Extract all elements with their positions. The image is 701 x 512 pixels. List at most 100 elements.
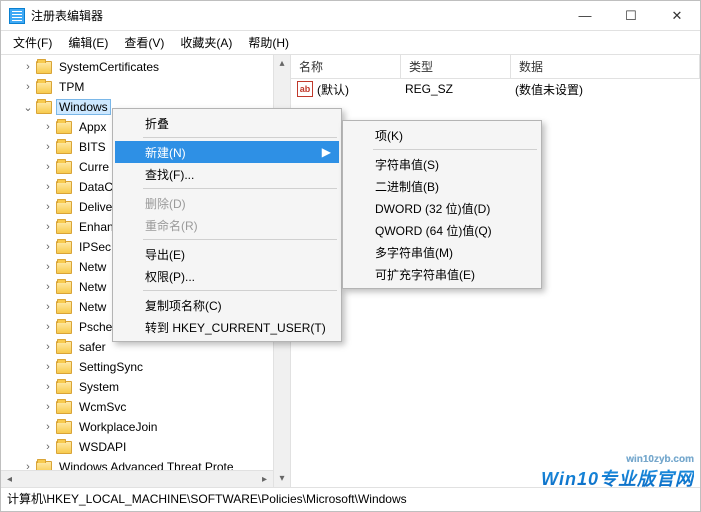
tree-toggle-icon[interactable]: ›	[41, 201, 55, 213]
tree-label: TPM	[56, 80, 87, 94]
folder-icon	[56, 181, 72, 194]
tree-toggle-icon[interactable]: ›	[41, 261, 55, 273]
tree-toggle-icon[interactable]: ›	[41, 361, 55, 373]
menu-file[interactable]: 文件(F)	[5, 32, 60, 54]
col-data[interactable]: 数据	[511, 55, 700, 78]
cell-type: REG_SZ	[405, 82, 515, 96]
ctx-collapse[interactable]: 折叠	[115, 112, 339, 134]
tree-label: Curre	[76, 160, 112, 174]
folder-icon	[56, 161, 72, 174]
maximize-button[interactable]: ☐	[608, 1, 654, 30]
col-name[interactable]: 名称	[291, 55, 401, 78]
tree-label: Delive	[76, 200, 115, 214]
col-type[interactable]: 类型	[401, 55, 511, 78]
folder-icon	[56, 261, 72, 274]
folder-icon	[56, 121, 72, 134]
tree-toggle-icon[interactable]: ›	[41, 161, 55, 173]
tree-toggle-icon[interactable]: ›	[41, 321, 55, 333]
ctx-new-qword[interactable]: QWORD (64 位)值(Q)	[345, 219, 539, 241]
scroll-left-icon[interactable]: ◂	[1, 471, 18, 488]
scroll-right-icon[interactable]: ▸	[256, 471, 273, 488]
list-row[interactable]: ab (默认) REG_SZ (数值未设置)	[291, 79, 700, 99]
tree-label: SettingSync	[76, 360, 146, 374]
tree-label: safer	[76, 340, 109, 354]
menu-view[interactable]: 查看(V)	[116, 32, 172, 54]
tree-toggle-icon[interactable]: ›	[41, 401, 55, 413]
ctx-new-string[interactable]: 字符串值(S)	[345, 153, 539, 175]
watermark: win10zyb.com Win10专业版官网	[541, 454, 694, 491]
tree-toggle-icon[interactable]: ›	[41, 221, 55, 233]
context-submenu-new: 项(K) 字符串值(S) 二进制值(B) DWORD (32 位)值(D) QW…	[342, 120, 542, 289]
tree-item[interactable]: › SystemCertificates	[1, 57, 290, 77]
folder-icon	[56, 281, 72, 294]
tree-toggle-icon[interactable]: ⌄	[21, 101, 35, 114]
folder-icon	[56, 241, 72, 254]
tree-toggle-icon[interactable]: ›	[41, 441, 55, 453]
cell-data: (数值未设置)	[515, 81, 583, 98]
tree-toggle-icon[interactable]: ›	[41, 181, 55, 193]
menu-fav[interactable]: 收藏夹(A)	[172, 32, 240, 54]
scroll-down-icon[interactable]: ▾	[274, 470, 291, 487]
tree-hscroll[interactable]: ◂ ▸	[1, 470, 273, 487]
tree-toggle-icon[interactable]: ›	[41, 121, 55, 133]
ctx-new-dword[interactable]: DWORD (32 位)值(D)	[345, 197, 539, 219]
tree-label: System	[76, 380, 122, 394]
ctx-new-multi[interactable]: 多字符串值(M)	[345, 241, 539, 263]
folder-icon	[56, 441, 72, 454]
tree-toggle-icon[interactable]: ›	[21, 81, 35, 93]
folder-icon	[56, 401, 72, 414]
ctx-copykey[interactable]: 复制项名称(C)	[115, 294, 339, 316]
context-menu: 折叠 新建(N) ▶ 查找(F)... 删除(D) 重命名(R) 导出(E) 权…	[112, 108, 342, 342]
tree-toggle-icon[interactable]: ›	[41, 141, 55, 153]
tree-label: Enhan	[76, 220, 117, 234]
tree-item[interactable]: › TPM	[1, 77, 290, 97]
tree-toggle-icon[interactable]: ›	[21, 61, 35, 73]
tree-toggle-icon[interactable]: ›	[41, 381, 55, 393]
folder-icon	[56, 141, 72, 154]
ctx-new-expand[interactable]: 可扩充字符串值(E)	[345, 263, 539, 285]
ctx-new[interactable]: 新建(N) ▶	[115, 141, 339, 163]
folder-icon	[56, 321, 72, 334]
ctx-goto[interactable]: 转到 HKEY_CURRENT_USER(T)	[115, 316, 339, 338]
window-title: 注册表编辑器	[31, 7, 562, 24]
folder-icon	[36, 101, 52, 114]
menu-help[interactable]: 帮助(H)	[240, 32, 297, 54]
folder-icon	[56, 381, 72, 394]
menu-edit[interactable]: 编辑(E)	[60, 32, 116, 54]
menu-bar: 文件(F) 编辑(E) 查看(V) 收藏夹(A) 帮助(H)	[1, 31, 700, 55]
ctx-find[interactable]: 查找(F)...	[115, 163, 339, 185]
status-path: 计算机\HKEY_LOCAL_MACHINE\SOFTWARE\Policies…	[7, 490, 407, 507]
ctx-delete: 删除(D)	[115, 192, 339, 214]
scroll-up-icon[interactable]: ▴	[274, 55, 291, 72]
cell-name: (默认)	[317, 81, 405, 98]
tree-item[interactable]: › WorkplaceJoin	[1, 417, 290, 437]
tree-item[interactable]: › WSDAPI	[1, 437, 290, 457]
tree-item[interactable]: › SettingSync	[1, 357, 290, 377]
folder-icon	[56, 221, 72, 234]
tree-label: Netw	[76, 300, 109, 314]
minimize-button[interactable]: —	[562, 1, 608, 30]
tree-label: WSDAPI	[76, 440, 129, 454]
tree-toggle-icon[interactable]: ›	[41, 241, 55, 253]
tree-toggle-icon[interactable]: ›	[41, 341, 55, 353]
tree-toggle-icon[interactable]: ›	[41, 301, 55, 313]
tree-label: Netw	[76, 280, 109, 294]
tree-label: Windows	[56, 99, 111, 115]
tree-label: WorkplaceJoin	[76, 420, 160, 434]
tree-label: SystemCertificates	[56, 60, 162, 74]
tree-item[interactable]: › System	[1, 377, 290, 397]
submenu-arrow-icon: ▶	[322, 145, 331, 159]
app-icon	[9, 8, 25, 24]
tree-label: WcmSvc	[76, 400, 129, 414]
tree-item[interactable]: › WcmSvc	[1, 397, 290, 417]
ctx-new-binary[interactable]: 二进制值(B)	[345, 175, 539, 197]
ctx-rename: 重命名(R)	[115, 214, 339, 236]
ctx-perm[interactable]: 权限(P)...	[115, 265, 339, 287]
list-header[interactable]: 名称 类型 数据	[291, 55, 700, 79]
ctx-export[interactable]: 导出(E)	[115, 243, 339, 265]
ctx-new-key[interactable]: 项(K)	[345, 124, 539, 146]
tree-toggle-icon[interactable]: ›	[41, 281, 55, 293]
tree-toggle-icon[interactable]: ›	[41, 421, 55, 433]
close-button[interactable]: ✕	[654, 1, 700, 30]
string-value-icon: ab	[297, 81, 313, 97]
